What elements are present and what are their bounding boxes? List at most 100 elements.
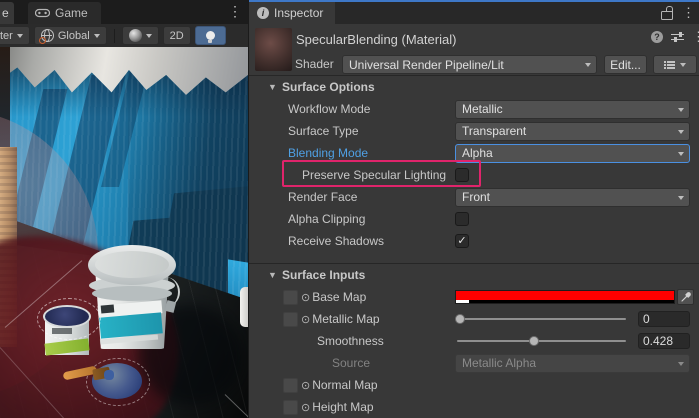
dropdown-arrow-icon	[678, 152, 684, 156]
surface-inputs-header[interactable]: ▼ Surface Inputs	[249, 264, 699, 286]
blending-mode-row: Blending Mode Alpha	[249, 142, 699, 164]
blending-mode-value: Alpha	[462, 146, 493, 160]
tab-scene-partial[interactable]: e	[0, 2, 14, 24]
surface-type-dropdown[interactable]: Transparent	[455, 122, 690, 141]
foldout-arrow-icon: ▼	[268, 82, 279, 92]
workflow-mode-row: Workflow Mode Metallic	[249, 98, 699, 120]
paint-brush-wet-tip	[104, 370, 114, 380]
smoothness-source-row: Source Metallic Alpha	[249, 352, 699, 374]
slider-handle[interactable]	[529, 336, 539, 346]
shader-dropdown-value: Universal Render Pipeline/Lit	[349, 58, 504, 72]
metallic-value: 0	[643, 312, 650, 326]
dropdown-arrow-icon	[17, 34, 23, 38]
workflow-mode-value: Metallic	[462, 102, 503, 116]
toggle-2d-label: 2D	[170, 30, 184, 42]
render-face-row: Render Face Front	[249, 186, 699, 208]
globe-accent-ring	[39, 37, 46, 44]
shader-edit-button[interactable]: Edit...	[604, 55, 647, 74]
material-title: SpecularBlending (Material)	[296, 32, 456, 47]
smoothness-source-value: Metallic Alpha	[462, 356, 536, 370]
surface-options-header[interactable]: ▼ Surface Options	[249, 76, 699, 98]
scene-viewport[interactable]	[0, 47, 248, 418]
tab-inspector-label: Inspector	[274, 6, 323, 20]
presets-icon[interactable]	[671, 32, 684, 43]
smoothness-label: Smoothness	[317, 334, 384, 348]
globe-icon	[41, 29, 54, 42]
smoothness-slider[interactable]	[455, 330, 628, 352]
object-picker-icon[interactable]: ⊙	[301, 379, 310, 392]
tab-game-label: Game	[55, 6, 88, 20]
metallic-slider[interactable]	[455, 308, 628, 330]
base-map-color-swatch[interactable]	[455, 290, 675, 304]
material-header: SpecularBlending (Material) ? ⋮ Shader U…	[249, 24, 699, 76]
pivot-rotation-button[interactable]: ter	[0, 26, 30, 45]
shading-mode-button[interactable]	[122, 26, 159, 45]
workflow-mode-dropdown[interactable]: Metallic	[455, 100, 690, 119]
inspector-menu-icon[interactable]: ⋮	[682, 7, 695, 19]
blending-mode-label: Blending Mode	[288, 146, 368, 160]
material-properties: ▼ Surface Options Workflow Mode Metallic…	[249, 76, 699, 418]
height-map-label: Height Map	[312, 400, 373, 414]
object-picker-icon[interactable]: ⊙	[301, 401, 310, 414]
shader-dropdown[interactable]: Universal Render Pipeline/Lit	[342, 55, 597, 74]
paint-bucket-lid	[88, 245, 176, 285]
dropdown-arrow-icon	[678, 362, 684, 366]
color-alpha-strip	[456, 300, 674, 303]
normal-map-label: Normal Map	[312, 378, 377, 392]
tab-game[interactable]: Game	[28, 2, 101, 24]
handle-orientation-button[interactable]: Global	[34, 26, 107, 45]
blending-mode-dropdown[interactable]: Alpha	[455, 144, 690, 163]
smoothness-row: Smoothness 0.428	[249, 330, 699, 352]
slider-track	[457, 340, 626, 342]
shader-preset-list-button[interactable]	[653, 55, 697, 74]
paint-bucket-rim	[92, 286, 172, 301]
render-face-value: Front	[462, 190, 490, 204]
metallic-map-row: ⊙ Metallic Map 0	[249, 308, 699, 330]
material-menu-icon[interactable]: ⋮	[692, 31, 699, 43]
alpha-clipping-label: Alpha Clipping	[288, 212, 365, 226]
metallic-value-field[interactable]: 0	[638, 311, 690, 327]
scene-tab-bar: e Game ⋮	[0, 0, 248, 25]
object-picker-icon[interactable]: ⊙	[301, 313, 310, 326]
receive-shadows-row: Receive Shadows ✓	[249, 230, 699, 252]
tab-scene-partial-label: e	[2, 6, 9, 20]
preserve-specular-row: Preserve Specular Lighting	[249, 164, 699, 186]
alpha-clipping-checkbox[interactable]	[455, 212, 469, 226]
scene-tab-menu-icon[interactable]: ⋮	[228, 3, 242, 19]
base-map-label: Base Map	[312, 290, 366, 304]
smoothness-source-dropdown: Metallic Alpha	[455, 354, 690, 373]
paint-bucket	[88, 245, 180, 357]
paint-roller-edge	[240, 287, 248, 327]
render-face-dropdown[interactable]: Front	[455, 188, 690, 207]
preserve-specular-checkbox[interactable]	[455, 168, 469, 182]
smoothness-source-label: Source	[332, 356, 370, 370]
tab-inspector[interactable]: i Inspector	[249, 2, 335, 24]
smoothness-value-field[interactable]: 0.428	[638, 333, 690, 349]
dropdown-arrow-icon	[585, 63, 591, 67]
base-map-row: ⊙ Base Map	[249, 286, 699, 308]
selection-outline	[86, 358, 150, 406]
help-icon[interactable]: ?	[651, 31, 663, 43]
lightbulb-icon	[206, 31, 215, 40]
shader-label: Shader	[295, 57, 334, 71]
toggle-2d-button[interactable]: 2D	[163, 26, 191, 45]
lock-icon[interactable]	[661, 11, 673, 20]
normal-map-texture-slot[interactable]	[283, 378, 298, 393]
alpha-clipping-row: Alpha Clipping	[249, 208, 699, 230]
object-picker-icon[interactable]: ⊙	[301, 291, 310, 304]
smoothness-value: 0.428	[643, 334, 673, 348]
dropdown-arrow-icon	[94, 34, 100, 38]
scene-lighting-toggle-button[interactable]	[195, 26, 226, 45]
foldout-arrow-icon: ▼	[268, 270, 279, 280]
dropdown-arrow-icon	[680, 63, 686, 67]
metallic-map-texture-slot[interactable]	[283, 312, 298, 327]
paint-can	[43, 305, 93, 359]
slider-handle[interactable]	[455, 314, 465, 324]
receive-shadows-checkbox[interactable]: ✓	[455, 234, 469, 248]
metallic-map-label: Metallic Map	[312, 312, 379, 326]
dropdown-arrow-icon	[146, 34, 152, 38]
eyedropper-button[interactable]	[677, 289, 694, 305]
height-map-texture-slot[interactable]	[283, 400, 298, 415]
workflow-mode-label: Workflow Mode	[288, 102, 370, 116]
base-map-texture-slot[interactable]	[283, 290, 298, 305]
